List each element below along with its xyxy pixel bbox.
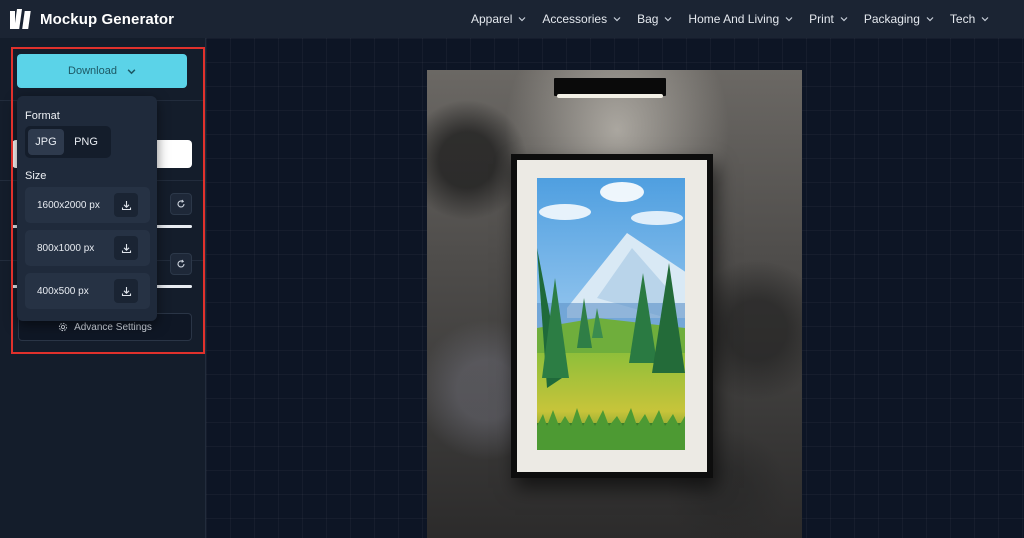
refresh-icon: [177, 199, 185, 208]
chevron-down-icon: [664, 17, 672, 22]
chevron-down-icon: [926, 17, 934, 22]
nav-label: Home And Living: [688, 12, 780, 26]
advance-settings-label: Advance Settings: [74, 321, 152, 333]
size-text: 400x500 px: [37, 285, 89, 297]
nav-label: Tech: [949, 12, 976, 26]
download-button[interactable]: Download: [17, 54, 187, 88]
chevron-down-icon: [127, 68, 136, 74]
size-text: 1600x2000 px: [37, 199, 100, 211]
top-header: Mockup Generator Apparel Accessories Bag…: [0, 0, 1024, 38]
gear-icon: [58, 322, 68, 332]
size-option-small[interactable]: 400x500 px: [25, 273, 150, 309]
format-option-png[interactable]: PNG: [68, 129, 104, 155]
chevron-down-icon: [518, 17, 526, 22]
logo-icon: [10, 9, 31, 29]
download-label: Download: [68, 65, 117, 77]
picture-frame: [511, 154, 713, 478]
size-option-medium[interactable]: 800x1000 px: [25, 230, 150, 266]
download-size-button[interactable]: [114, 236, 138, 260]
download-icon: [121, 286, 131, 296]
nav-label: Print: [809, 12, 834, 26]
format-label: Format: [25, 110, 60, 122]
mockup-preview: [427, 70, 802, 538]
download-icon: [121, 200, 131, 210]
main-nav: Apparel Accessories Bag Home And Living …: [463, 0, 997, 38]
nav-item-print[interactable]: Print: [809, 12, 848, 26]
size-label: Size: [25, 170, 47, 182]
app-title: Mockup Generator: [40, 10, 175, 28]
frame-mat: [517, 160, 707, 472]
reset-button[interactable]: [170, 253, 192, 275]
chevron-down-icon: [840, 17, 848, 22]
chevron-down-icon: [785, 17, 793, 22]
chevron-down-icon: [981, 17, 989, 22]
logo[interactable]: Mockup Generator: [10, 9, 174, 29]
reset-button[interactable]: [170, 193, 192, 215]
nav-item-accessories[interactable]: Accessories: [542, 12, 621, 26]
nav-item-apparel[interactable]: Apparel: [471, 12, 526, 26]
download-size-button[interactable]: [114, 279, 138, 303]
landscape-artwork: [537, 178, 685, 450]
nav-label: Packaging: [863, 12, 920, 26]
size-option-large[interactable]: 1600x2000 px: [25, 187, 150, 223]
download-size-button[interactable]: [114, 193, 138, 217]
nav-item-tech[interactable]: Tech: [950, 12, 989, 26]
nav-item-bag[interactable]: Bag: [637, 12, 672, 26]
nav-label: Bag: [637, 12, 659, 26]
nav-item-packaging[interactable]: Packaging: [864, 12, 934, 26]
chevron-down-icon: [613, 17, 621, 22]
nav-item-home-and-living[interactable]: Home And Living: [688, 12, 793, 26]
nav-label: Accessories: [542, 12, 608, 26]
nav-label: Apparel: [471, 12, 513, 26]
format-option-jpg[interactable]: JPG: [28, 129, 64, 155]
download-menu: Format JPG PNG Size 1600x2000 px 800x100…: [17, 96, 157, 321]
size-text: 800x1000 px: [37, 242, 95, 254]
refresh-icon: [177, 259, 185, 268]
format-toggle: JPG PNG: [25, 126, 111, 158]
lamp-light: [557, 94, 663, 98]
download-icon: [121, 243, 131, 253]
